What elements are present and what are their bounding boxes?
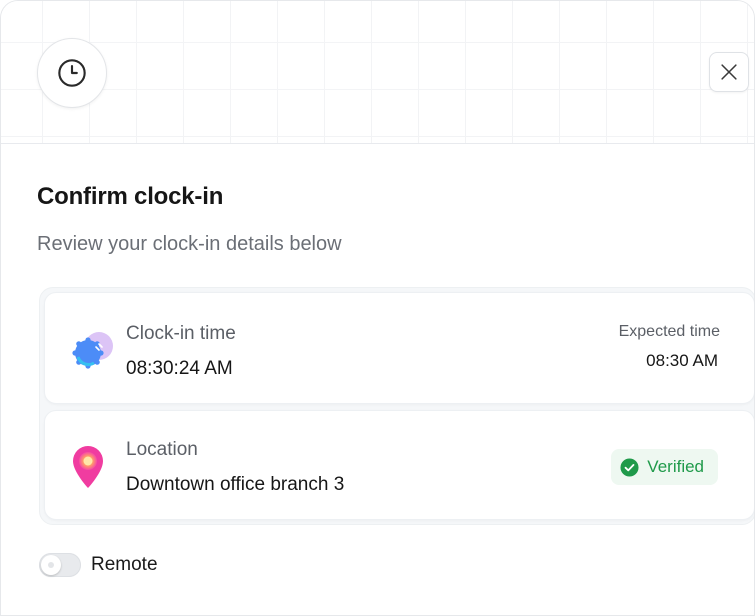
expected-time-value: 08:30 AM bbox=[646, 351, 718, 370]
location-card: Location Downtown office branch 3 Verifi… bbox=[44, 410, 754, 520]
remote-label: Remote bbox=[91, 554, 158, 575]
dialog-header bbox=[1, 1, 754, 144]
details-panel: Clock-in time 08:30:24 AM Expected time … bbox=[39, 287, 754, 525]
remote-toggle-knob bbox=[41, 555, 61, 575]
clock-in-dialog: Confirm clock-in Review your clock-in de… bbox=[0, 0, 755, 616]
location-label: Location bbox=[126, 439, 198, 460]
clock-in-time-label: Clock-in time bbox=[126, 323, 236, 344]
location-value: Downtown office branch 3 bbox=[126, 474, 345, 495]
clock-in-time-value: 08:30:24 AM bbox=[126, 358, 233, 379]
remote-toggle[interactable] bbox=[39, 553, 81, 577]
remote-toggle-row: Remote bbox=[39, 553, 158, 577]
header-icon-badge bbox=[37, 38, 107, 108]
close-icon bbox=[721, 64, 737, 80]
dialog-title: Confirm clock-in bbox=[37, 183, 224, 210]
header-grid-pattern bbox=[1, 1, 754, 143]
close-button[interactable] bbox=[709, 52, 749, 92]
dialog-subtitle: Review your clock-in details below bbox=[37, 233, 342, 255]
verified-status-text: Verified bbox=[647, 457, 704, 476]
location-pin-icon bbox=[71, 445, 105, 494]
expected-time-label: Expected time bbox=[618, 323, 720, 340]
check-circle-icon bbox=[620, 457, 639, 477]
clock-icon bbox=[58, 59, 86, 87]
verified-status-badge: Verified bbox=[611, 449, 718, 485]
clock-in-badge-icon bbox=[71, 331, 117, 376]
clock-in-time-card: Clock-in time 08:30:24 AM Expected time … bbox=[44, 292, 754, 404]
